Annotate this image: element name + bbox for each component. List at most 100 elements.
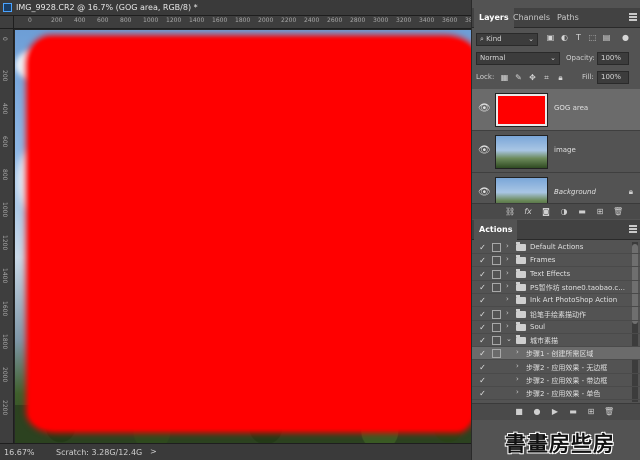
adjustment-layer-icon[interactable]: ◑: [559, 207, 569, 217]
panel-menu-icon[interactable]: [629, 225, 637, 233]
dialog-toggle-icon[interactable]: [492, 243, 501, 252]
dialog-toggle-icon[interactable]: [492, 323, 501, 332]
eye-icon[interactable]: 👁︎: [478, 145, 491, 157]
chevron-right-icon[interactable]: ›: [516, 362, 519, 370]
dialog-toggle-icon[interactable]: [492, 336, 501, 345]
checkmark-icon[interactable]: ✓: [478, 243, 487, 252]
checkmark-icon[interactable]: ✓: [478, 363, 487, 372]
dialog-toggle-icon[interactable]: [492, 296, 501, 305]
action-set-row[interactable]: ✓ › Text Effects: [472, 268, 640, 281]
fx-icon[interactable]: fx: [523, 207, 533, 217]
action-row[interactable]: ✓ › 步骤2 - 应用效果 - 无边框: [472, 361, 640, 374]
chevron-right-icon[interactable]: ›: [506, 282, 509, 290]
trash-icon[interactable]: 🗑︎: [604, 407, 614, 417]
record-icon[interactable]: ●: [532, 407, 542, 417]
checkmark-icon[interactable]: ✓: [478, 336, 487, 345]
dialog-toggle-icon[interactable]: [492, 310, 501, 319]
chevron-right-icon[interactable]: ›: [506, 295, 509, 303]
blend-mode-value: Normal: [480, 54, 506, 62]
canvas[interactable]: [15, 30, 471, 443]
action-set-row[interactable]: ✓ › 铅笔手绘素描动作: [472, 308, 640, 321]
dialog-toggle-icon[interactable]: [492, 270, 501, 279]
ruler-tick-label: 1200: [166, 17, 182, 24]
link-layers-icon[interactable]: ⛓: [505, 207, 515, 217]
checkmark-icon[interactable]: ✓: [478, 256, 487, 265]
chevron-right-icon[interactable]: ›: [516, 388, 519, 396]
folder-icon: [516, 322, 526, 331]
chevron-right-icon[interactable]: ›: [506, 269, 509, 277]
ruler-tick-label: 1400: [1, 268, 8, 284]
action-set-row[interactable]: ✓ › Default Actions: [472, 241, 640, 254]
lock-transparent-icon[interactable]: ▦: [500, 73, 509, 82]
new-layer-icon[interactable]: ⊞: [595, 207, 605, 217]
action-set-row[interactable]: ✓ › PS暂作坊 stone0.taobao.c...: [472, 281, 640, 294]
chevron-right-icon[interactable]: ›: [506, 309, 509, 317]
action-row[interactable]: ✓ › 步骤2 - 应用效果 - 带边框: [472, 374, 640, 387]
add-mask-icon[interactable]: ◙: [541, 207, 551, 217]
action-set-row[interactable]: ✓ › Ink Art PhotoShop Action: [472, 294, 640, 307]
ruler-top[interactable]: 0 200 400 600 800 1000 1200 1400 1600 1800 2000 220…: [14, 16, 471, 29]
filter-toggle-icon[interactable]: ●: [621, 33, 630, 42]
stop-icon[interactable]: ■: [514, 407, 524, 417]
status-menu-arrow[interactable]: >: [150, 447, 157, 456]
layer-row-image[interactable]: 👁︎ image: [472, 131, 640, 173]
lock-position-icon[interactable]: ✥: [528, 73, 537, 82]
kind-filter-select[interactable]: ⌕ Kind ⌄: [476, 33, 538, 46]
ruler-tick-label: 3000: [373, 17, 389, 24]
lock-artboard-icon[interactable]: ⌗: [542, 73, 551, 82]
tab-channels[interactable]: Channels: [508, 8, 555, 28]
folder-icon: [516, 242, 526, 251]
action-set-row[interactable]: ✓ › Soul: [472, 321, 640, 334]
chevron-right-icon[interactable]: ›: [516, 375, 519, 383]
checkmark-icon[interactable]: ✓: [478, 283, 487, 292]
shape-filter-icon[interactable]: ⬚: [588, 33, 597, 42]
fill-input[interactable]: 100%: [597, 71, 629, 84]
action-row[interactable]: ✓ › 步骤1 - 创建所需区域: [472, 347, 640, 360]
checkmark-icon[interactable]: ✓: [478, 296, 487, 305]
dialog-toggle-icon[interactable]: [492, 283, 501, 292]
trash-icon[interactable]: 🗑︎: [613, 207, 623, 217]
dialog-toggle-icon[interactable]: [492, 256, 501, 265]
type-filter-icon[interactable]: T: [574, 33, 583, 42]
dialog-toggle-icon[interactable]: [492, 363, 501, 372]
play-icon[interactable]: ▶: [550, 407, 560, 417]
tab-actions[interactable]: Actions: [474, 220, 518, 240]
tab-paths[interactable]: Paths: [552, 8, 584, 28]
group-folder-icon[interactable]: ▬: [577, 207, 587, 217]
chevron-down-icon[interactable]: ⌄: [506, 335, 512, 343]
pixel-filter-icon[interactable]: ▣: [546, 33, 555, 42]
chevron-right-icon[interactable]: ›: [506, 242, 509, 250]
eye-icon[interactable]: 👁︎: [478, 187, 491, 199]
ruler-tick-label: 2200: [1, 400, 8, 416]
action-set-row[interactable]: ✓ › Frames: [472, 254, 640, 267]
checkmark-icon[interactable]: ✓: [478, 310, 487, 319]
lock-image-icon[interactable]: ✎: [514, 73, 523, 82]
new-set-icon[interactable]: ▬: [568, 407, 578, 417]
chevron-right-icon[interactable]: ›: [506, 255, 509, 263]
action-set-row[interactable]: ✓ ⌄ 城市素描: [472, 334, 640, 347]
blend-mode-select[interactable]: Normal ⌄: [476, 52, 560, 65]
action-row[interactable]: ✓ › 步骤2 - 应用效果 - 单色: [472, 387, 640, 400]
smart-object-filter-icon[interactable]: ▤: [602, 33, 611, 42]
checkmark-icon[interactable]: ✓: [478, 389, 487, 398]
opacity-input[interactable]: 100%: [597, 52, 629, 65]
eye-icon[interactable]: 👁︎: [478, 103, 491, 115]
checkmark-icon[interactable]: ✓: [478, 323, 487, 332]
chevron-right-icon[interactable]: ›: [506, 322, 509, 330]
checkmark-icon[interactable]: ✓: [478, 349, 487, 358]
chevron-right-icon[interactable]: ›: [516, 348, 519, 356]
zoom-level[interactable]: 16.67%: [4, 448, 35, 457]
ruler-left[interactable]: 0 200 400 600 800 1000 1200 1400 1600 1800 2000 220…: [0, 29, 14, 443]
dialog-toggle-icon[interactable]: [492, 376, 501, 385]
layer-row-gog-area[interactable]: 👁︎ GOG area: [472, 89, 640, 131]
new-action-icon[interactable]: ⊞: [586, 407, 596, 417]
document-tab[interactable]: IMG_9928.CR2 @ 16.7% (GOG area, RGB/8) *: [0, 0, 471, 16]
lock-all-icon[interactable]: 🔒︎: [556, 73, 565, 82]
adjustment-filter-icon[interactable]: ◐: [560, 33, 569, 42]
dialog-toggle-icon[interactable]: [492, 349, 501, 358]
dialog-toggle-icon[interactable]: [492, 389, 501, 398]
panel-menu-icon[interactable]: [629, 13, 637, 21]
checkmark-icon[interactable]: ✓: [478, 376, 487, 385]
checkmark-icon[interactable]: ✓: [478, 270, 487, 279]
chevron-down-icon: ⌄: [550, 54, 556, 62]
